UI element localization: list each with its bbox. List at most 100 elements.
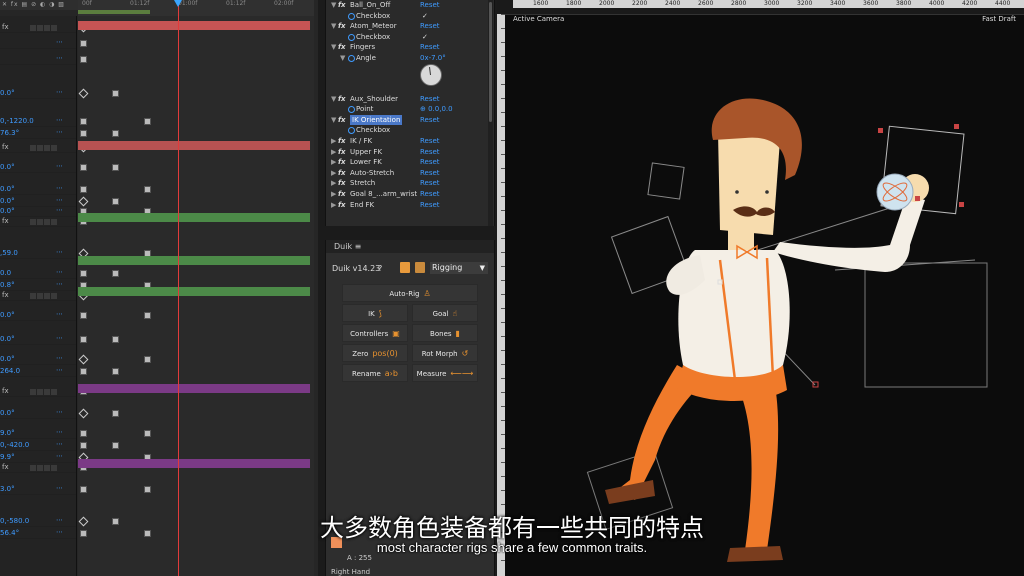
switch-box[interactable] (37, 219, 43, 225)
fx-switch-icon[interactable]: fx (2, 463, 9, 471)
property-value[interactable]: 0,-1220.0 (0, 117, 34, 125)
layer-row[interactable]: 0.0° ⋯ (0, 354, 76, 365)
switch-box[interactable] (51, 145, 57, 151)
ik-handle[interactable] (812, 381, 819, 388)
timeline-ruler[interactable]: 00f 01:12f 01:00f 01:12f 02:00f (78, 0, 314, 17)
keyframe-marker[interactable] (112, 90, 119, 97)
fx-switch-icon[interactable]: fx (2, 387, 9, 395)
stopwatch-icon[interactable] (348, 33, 355, 41)
property-value[interactable]: 0.0 (0, 269, 11, 277)
keyframe-track-area[interactable] (78, 16, 314, 576)
layer-row[interactable]: ⋯ (0, 38, 76, 49)
effect-property-row[interactable]: ▼ Angle 0x-7.0° (326, 53, 494, 63)
fx-icon[interactable]: fx (338, 147, 346, 157)
property-value[interactable]: 0.0° (0, 207, 15, 215)
reset-link[interactable]: Reset (420, 168, 440, 178)
layer-duration-bar[interactable] (78, 287, 310, 296)
switch-box[interactable] (30, 219, 36, 225)
switch-box[interactable] (44, 389, 50, 395)
switch-box[interactable] (44, 293, 50, 299)
auto-rig-button[interactable]: Auto-Rig ♙ (342, 284, 478, 302)
effect-row[interactable]: ▼ fx Aux_Shoulder Reset (326, 94, 494, 104)
fx-icon[interactable]: fx (338, 21, 346, 31)
current-time-indicator[interactable] (178, 0, 179, 576)
scrollbar-thumb[interactable] (489, 2, 492, 122)
reset-link[interactable]: Reset (420, 200, 440, 210)
keyframe-marker[interactable] (80, 130, 87, 137)
work-area-bar[interactable] (78, 10, 150, 14)
triangle-right-icon[interactable]: ▶ (331, 147, 336, 157)
effect-row[interactable]: ▶ fx Stretch Reset (326, 178, 494, 188)
keyframe-marker[interactable] (80, 40, 87, 47)
keyframe-marker[interactable] (144, 486, 151, 493)
property-value[interactable]: 0.0° (0, 185, 15, 193)
keyframe-marker[interactable] (112, 368, 119, 375)
property-value[interactable]: 0.0° (0, 163, 15, 171)
switch-box[interactable] (30, 145, 36, 151)
effect-property-row[interactable]: Checkbox (326, 125, 494, 135)
layer-row[interactable]: fx (0, 386, 76, 397)
rename-button[interactable]: Rename a›b (342, 364, 408, 382)
stopwatch-icon[interactable] (348, 106, 355, 114)
control-point[interactable] (954, 124, 959, 129)
layer-row[interactable]: 76.3° ⋯ (0, 128, 76, 139)
triangle-down-icon[interactable]: ▼ (331, 115, 336, 125)
layer-row[interactable]: fx (0, 290, 76, 301)
fx-icon[interactable]: fx (338, 178, 346, 188)
layer-row[interactable]: fx (0, 462, 76, 473)
property-value[interactable]: 0.8° (0, 281, 15, 289)
layer-row[interactable]: 0,-420.0 ⋯ (0, 440, 76, 451)
layer-row[interactable]: 0.0° ⋯ (0, 162, 76, 173)
reset-link[interactable]: Reset (420, 178, 440, 188)
property-value[interactable]: 264.0 (0, 367, 20, 375)
layer-switches[interactable] (30, 24, 58, 33)
layer-row[interactable]: 0.0° ⋯ (0, 88, 76, 99)
effect-row[interactable]: ▶ fx Goal 8_...arm_wrist Reset (326, 189, 494, 199)
switch-box[interactable] (37, 145, 43, 151)
keyframe-marker[interactable] (78, 88, 89, 99)
triangle-down-icon[interactable]: ▼ (340, 53, 345, 63)
controller-square[interactable] (864, 262, 988, 388)
keyframe-marker[interactable] (80, 186, 87, 193)
layer-duration-bar[interactable] (78, 141, 310, 150)
triangle-down-icon[interactable]: ▼ (331, 21, 336, 31)
effect-row[interactable]: ▶ fx Lower FK Reset (326, 157, 494, 167)
duik-mode-dropdown[interactable]: Rigging ▼ (430, 262, 488, 274)
rot-morph-button[interactable]: Rot Morph ↺ (412, 344, 478, 362)
switch-box[interactable] (51, 219, 57, 225)
switch-box[interactable] (37, 389, 43, 395)
fx-switch-icon[interactable]: fx (2, 23, 9, 31)
switch-box[interactable] (51, 389, 57, 395)
triangle-right-icon[interactable]: ▶ (331, 168, 336, 178)
keyframe-marker[interactable] (144, 118, 151, 125)
triangle-down-icon[interactable]: ▼ (331, 0, 336, 10)
layer-switches[interactable] (30, 144, 58, 153)
effect-row[interactable]: ▶ fx Auto-Stretch Reset (326, 168, 494, 178)
triangle-right-icon[interactable]: ▶ (331, 200, 336, 210)
stopwatch-icon[interactable] (348, 55, 355, 62)
layer-row[interactable]: 3.0° ⋯ (0, 484, 76, 495)
property-value[interactable]: ⊕ 0.0,0.0 (420, 104, 453, 114)
duik-panel-tab[interactable]: Duik ≡ (326, 240, 494, 253)
switch-box[interactable] (51, 25, 57, 31)
keyframe-marker[interactable] (80, 336, 87, 343)
effect-property-row[interactable]: Checkbox ✓ (326, 32, 494, 42)
layer-duration-bar[interactable] (78, 384, 310, 393)
effect-controls-scrollbar[interactable] (488, 0, 493, 226)
layer-switches[interactable] (30, 464, 58, 473)
goal-button[interactable]: Goal ☝ (412, 304, 478, 322)
triangle-down-icon[interactable]: ▼ (331, 42, 336, 52)
effect-row[interactable]: ▶ fx End FK Reset (326, 200, 494, 210)
character-scene[interactable] (505, 20, 1024, 576)
effect-row[interactable]: ▼ fx IK Orientation Reset (326, 114, 494, 125)
fx-icon[interactable]: fx (338, 0, 346, 10)
property-value[interactable]: 0.0° (0, 335, 15, 343)
layer-row[interactable]: ⋯ (0, 54, 76, 65)
switch-box[interactable] (37, 465, 43, 471)
property-value[interactable]: 0.0° (0, 89, 15, 97)
layer-switches[interactable] (30, 388, 58, 397)
timeline-switches-header[interactable]: ✕ fx ▤ ⊘ ◐ ◑ ▧ (0, 0, 78, 10)
keyframe-marker[interactable] (112, 270, 119, 277)
duik-settings-icon[interactable] (400, 262, 410, 273)
switch-box[interactable] (37, 25, 43, 31)
